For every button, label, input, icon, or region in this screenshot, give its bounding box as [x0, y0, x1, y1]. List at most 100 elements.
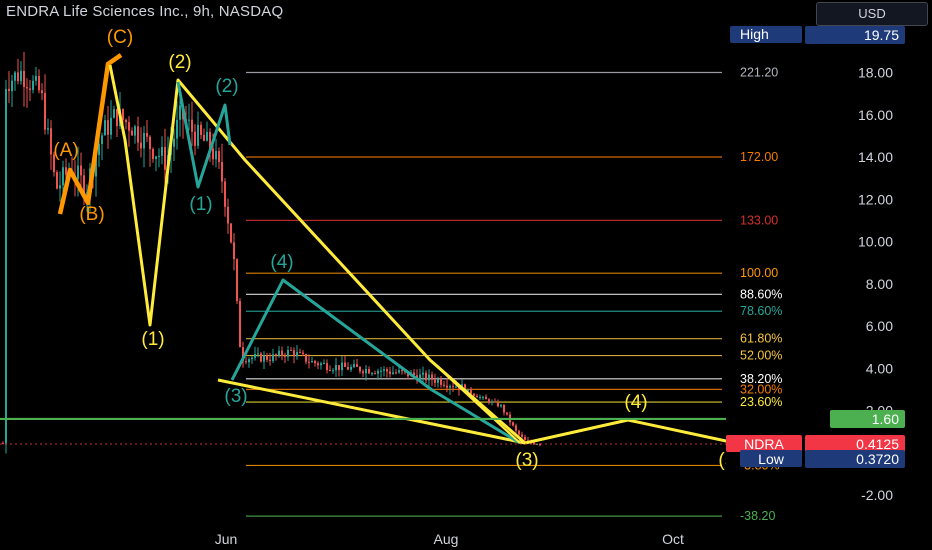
overlays [0, 417, 830, 445]
candle-body [164, 146, 166, 170]
candle-body [338, 365, 340, 371]
candle-body [377, 370, 379, 374]
candle-body [227, 206, 229, 224]
wave-label: (3) [515, 450, 538, 471]
candle-body [302, 352, 304, 354]
candle-body [335, 365, 337, 371]
elliott-waves: (C)(A)(B)(2)(1)(2)(1)(4)(3)(4)(3)(5) [53, 27, 741, 471]
candle-body [20, 70, 22, 82]
candle-body [446, 385, 448, 388]
candle-body [254, 354, 256, 358]
candle-body [245, 361, 247, 363]
candle-body [38, 76, 40, 91]
wave-label: (4) [270, 252, 293, 273]
candle-body [107, 120, 109, 135]
candle-body [23, 70, 25, 88]
candle-body [26, 87, 28, 89]
candle-body [266, 355, 268, 360]
candle-body [17, 72, 19, 82]
candle-body [176, 119, 178, 139]
candle-body [350, 367, 352, 370]
candle-body [236, 259, 238, 302]
candle-body [533, 442, 535, 445]
candle-body [143, 132, 145, 149]
candle-body [140, 142, 142, 149]
candle-body [269, 359, 271, 361]
candle-body [230, 223, 232, 243]
candle-body [359, 366, 361, 372]
candle-body [296, 352, 298, 357]
candle-body [326, 363, 328, 371]
candle-body [524, 436, 526, 441]
candle-body [425, 372, 427, 381]
candle-body [224, 181, 226, 207]
candle-body [251, 357, 253, 360]
candle-body [323, 363, 325, 365]
candle-body [341, 362, 343, 371]
wave-label: (2) [168, 52, 191, 73]
wave-label: (2) [215, 76, 238, 97]
candle-body [431, 374, 433, 380]
candle-body [449, 386, 451, 388]
candle-body [434, 379, 436, 383]
candle-body [149, 136, 151, 149]
candle-body [257, 353, 259, 355]
candle-body [497, 401, 499, 407]
candle-body [347, 366, 349, 370]
chart-title: ENDRA Life Sciences Inc., 9h, NASDAQ [6, 3, 284, 20]
candle-body [299, 352, 301, 354]
candle-body [260, 353, 262, 362]
candle-body [62, 167, 64, 186]
candle-body [290, 349, 292, 351]
candle-body [263, 355, 265, 362]
candle-body [386, 369, 388, 372]
candle-body [35, 76, 37, 81]
candle-body [41, 90, 43, 94]
candle-body [314, 361, 316, 364]
candle-body [287, 349, 289, 357]
candle-body [110, 117, 112, 135]
wave-label: (1) [189, 194, 212, 215]
candle-body [200, 124, 202, 135]
candle-body [518, 430, 520, 435]
candle-body [476, 395, 478, 398]
candle-body [422, 372, 424, 375]
candle-body [320, 363, 322, 366]
candle-body [383, 369, 385, 371]
candle-body [392, 372, 394, 374]
candle-body [101, 135, 103, 145]
currency-button[interactable]: USD [816, 2, 928, 26]
candle-body [80, 165, 82, 176]
candle-body [113, 109, 115, 118]
candle-body [368, 368, 370, 374]
candle-body [212, 148, 214, 160]
candle-body [491, 401, 493, 403]
candle-body [437, 379, 439, 383]
candle-body [395, 372, 397, 374]
candle-body [221, 162, 223, 182]
candle-body [281, 350, 283, 356]
candle-body [308, 361, 310, 363]
candle-body [50, 128, 52, 155]
candle-body [191, 119, 193, 132]
candle-body [500, 405, 502, 407]
candle-body [401, 370, 403, 372]
price-axis-bg [726, 28, 932, 550]
candle-body [362, 371, 364, 374]
candle-body [59, 185, 61, 189]
candle-body [512, 422, 514, 426]
candle-body [104, 120, 106, 136]
candle-body [14, 72, 16, 81]
wave-label: (C) [107, 27, 133, 48]
candle-body [275, 354, 277, 356]
candle-body [452, 386, 454, 388]
candle-body [32, 80, 34, 90]
candle-body [380, 370, 382, 372]
wave-label: (3) [224, 386, 247, 407]
candle-body [329, 370, 331, 372]
candle-body [206, 131, 208, 141]
candle-body [443, 384, 445, 386]
candle-body [179, 105, 181, 120]
candle-body [11, 80, 13, 92]
candle-body [188, 119, 190, 121]
